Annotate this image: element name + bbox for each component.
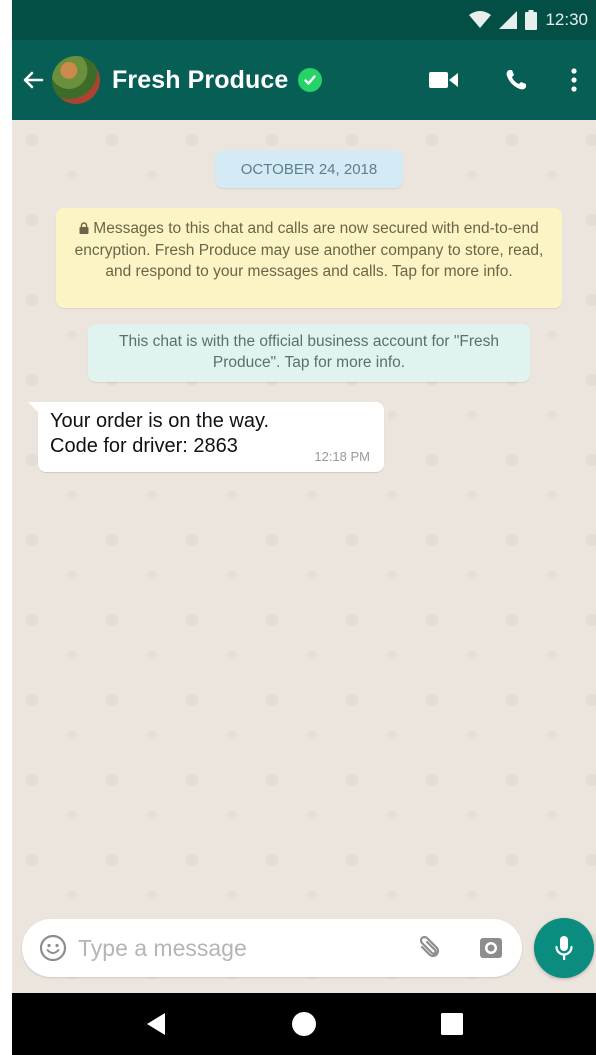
header-actions (408, 40, 596, 120)
chat-area[interactable]: OCTOBER 24, 2018 Messages to this chat a… (12, 120, 596, 993)
emoji-icon[interactable] (22, 919, 78, 977)
business-account-notice[interactable]: This chat is with the official business … (88, 324, 530, 382)
encryption-notice-text: Messages to this chat and calls are now … (74, 220, 544, 280)
message-composer (22, 919, 522, 977)
phone-screen: 12:30 Fresh Produce OCTOBER 24, 2018 Mes… (12, 0, 596, 1055)
contact-title[interactable]: Fresh Produce (112, 65, 323, 95)
system-nav-bar (12, 993, 596, 1055)
back-arrow-icon[interactable] (12, 40, 48, 120)
status-time: 12:30 (545, 10, 588, 29)
status-bar: 12:30 (12, 0, 596, 40)
encryption-notice[interactable]: Messages to this chat and calls are now … (56, 208, 562, 308)
battery-icon (525, 10, 538, 30)
camera-icon[interactable] (460, 919, 522, 977)
voice-call-icon[interactable] (480, 40, 552, 120)
contact-name: Fresh Produce (112, 65, 289, 94)
wifi-icon (469, 11, 492, 29)
home-circle-icon[interactable] (274, 993, 334, 1055)
date-chip: OCTOBER 24, 2018 (215, 150, 403, 188)
back-triangle-icon[interactable] (126, 993, 186, 1055)
message-timestamp: 12:18 PM (314, 449, 370, 464)
signal-icon (499, 11, 518, 29)
attach-icon[interactable] (398, 919, 460, 977)
message-bubble[interactable]: Your order is on the way. Code for drive… (28, 402, 384, 472)
more-options-icon[interactable] (552, 40, 596, 120)
avatar[interactable] (52, 56, 100, 104)
lock-icon (79, 219, 89, 240)
message-text-line: Your order is on the way. (50, 410, 270, 432)
video-call-icon[interactable] (408, 40, 480, 120)
recents-square-icon[interactable] (422, 993, 482, 1055)
chat-header: Fresh Produce (12, 40, 596, 120)
message-input[interactable] (78, 919, 398, 977)
verified-check-icon (298, 68, 323, 92)
mic-icon[interactable] (534, 918, 594, 978)
